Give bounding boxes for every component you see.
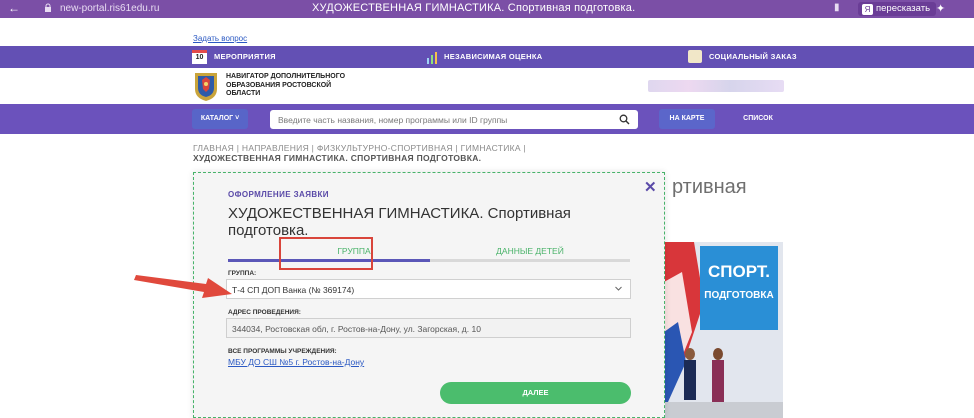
- yandex-icon: Я: [862, 4, 873, 15]
- ask-question-link[interactable]: Задать вопрос: [193, 34, 247, 43]
- nav-events[interactable]: МЕРОПРИЯТИЯ: [214, 46, 276, 68]
- address-label: АДРЕС ПРОВЕДЕНИЯ:: [228, 309, 301, 316]
- social-order-icon: [688, 50, 702, 63]
- chart-icon: [427, 52, 437, 64]
- extensions-icon[interactable]: ✦: [936, 2, 945, 15]
- breadcrumb-path[interactable]: ГЛАВНАЯ | НАПРАВЛЕНИЯ | ФИЗКУЛЬТУРНО-СПО…: [193, 143, 593, 153]
- tab-children-data[interactable]: ДАННЫЕ ДЕТЕЙ: [430, 246, 630, 256]
- breadcrumb-current: ХУДОЖЕСТВЕННАЯ ГИМНАСТИКА. СПОРТИВНАЯ ПО…: [193, 153, 482, 163]
- back-arrow-icon[interactable]: ←: [8, 1, 20, 15]
- poster-line2: ПОДГОТОВКА: [704, 290, 774, 301]
- retell-label: пересказать: [876, 3, 931, 14]
- close-icon[interactable]: ✕: [644, 178, 657, 196]
- highlight-box: [279, 237, 373, 270]
- bookmark-icon[interactable]: ▮: [834, 2, 840, 13]
- list-button[interactable]: СПИСОК: [730, 109, 786, 129]
- page-tab-title: ХУДОЖЕСТВЕННАЯ ГИМНАСТИКА. Спортивная по…: [312, 2, 636, 14]
- next-button[interactable]: ДАЛЕЕ: [440, 382, 631, 404]
- lock-icon: [45, 3, 51, 12]
- top-nav: 10 МЕРОПРИЯТИЯ НЕЗАВИСИМАЯ ОЦЕНКА СОЦИАЛ…: [0, 46, 974, 68]
- poster-line1: СПОРТ.: [707, 262, 771, 281]
- on-map-button[interactable]: НА КАРТЕ: [659, 109, 715, 129]
- retell-button[interactable]: Япересказать: [858, 2, 937, 16]
- group-select[interactable]: Т-4 СП ДОП Ванка (№ 369174): [226, 279, 631, 299]
- region-crest-icon[interactable]: [193, 71, 219, 102]
- group-select-value: Т-4 СП ДОП Ванка (№ 369174): [232, 285, 355, 295]
- programs-label: ВСЕ ПРОГРАММЫ УЧРЕЖДЕНИЯ:: [228, 348, 337, 355]
- program-title-partial: ртивная: [672, 176, 747, 198]
- catalog-label: КАТАЛОГ: [200, 115, 234, 122]
- page: ← new-portal.ris61edu.ru ХУДОЖЕСТВЕННАЯ …: [0, 0, 974, 418]
- catalog-button[interactable]: КАТАЛОГ ˅: [192, 109, 248, 129]
- blurred-user-info: [648, 80, 784, 92]
- chevron-down-icon: ˅: [235, 115, 240, 122]
- address-value: 344034, Ростовская обл, г. Ростов-на-Дон…: [232, 324, 481, 334]
- modal-header: ОФОРМЛЕНИЕ ЗАЯВКИ: [228, 190, 329, 199]
- site-header: НАВИГАТОР ДОПОЛНИТЕЛЬНОГО ОБРАЗОВАНИЯ РО…: [0, 68, 974, 104]
- search-bar: КАТАЛОГ ˅ Введите часть названия, номер …: [0, 104, 974, 134]
- modal-title: ХУДОЖЕСТВЕННАЯ ГИМНАСТИКА. Спортивная по…: [228, 205, 571, 239]
- browser-bar: ← new-portal.ris61edu.ru ХУДОЖЕСТВЕННАЯ …: [0, 0, 974, 18]
- nav-social-order[interactable]: СОЦИАЛЬНЫЙ ЗАКАЗ: [709, 46, 797, 68]
- red-arrow-icon: [134, 275, 232, 298]
- breadcrumb: ГЛАВНАЯ | НАПРАВЛЕНИЯ | ФИЗКУЛЬТУРНО-СПО…: [193, 143, 593, 163]
- sport-poster: СПОРТ. ПОДГОТОВКА: [700, 246, 778, 330]
- institution-programs-link[interactable]: МБУ ДО СШ №5 г. Ростов-на-Дону: [228, 357, 364, 367]
- search-placeholder: Введите часть названия, номер программы …: [278, 115, 508, 125]
- search-input[interactable]: Введите часть названия, номер программы …: [270, 110, 638, 129]
- program-photo: СПОРТ. ПОДГОТОВКА: [664, 242, 783, 418]
- chevron-down-icon: [615, 286, 622, 291]
- application-modal: ✕ ОФОРМЛЕНИЕ ЗАЯВКИ ХУДОЖЕСТВЕННАЯ ГИМНА…: [193, 172, 665, 418]
- nav-independent-assessment[interactable]: НЕЗАВИСИМАЯ ОЦЕНКА: [444, 46, 542, 68]
- navigator-title[interactable]: НАВИГАТОР ДОПОЛНИТЕЛЬНОГО ОБРАЗОВАНИЯ РО…: [226, 73, 356, 99]
- address-field: 344034, Ростовская обл, г. Ростов-на-Дон…: [226, 318, 631, 338]
- address-bar-url[interactable]: new-portal.ris61edu.ru: [60, 3, 160, 14]
- calendar-icon: 10: [192, 50, 207, 64]
- search-icon[interactable]: [619, 114, 630, 125]
